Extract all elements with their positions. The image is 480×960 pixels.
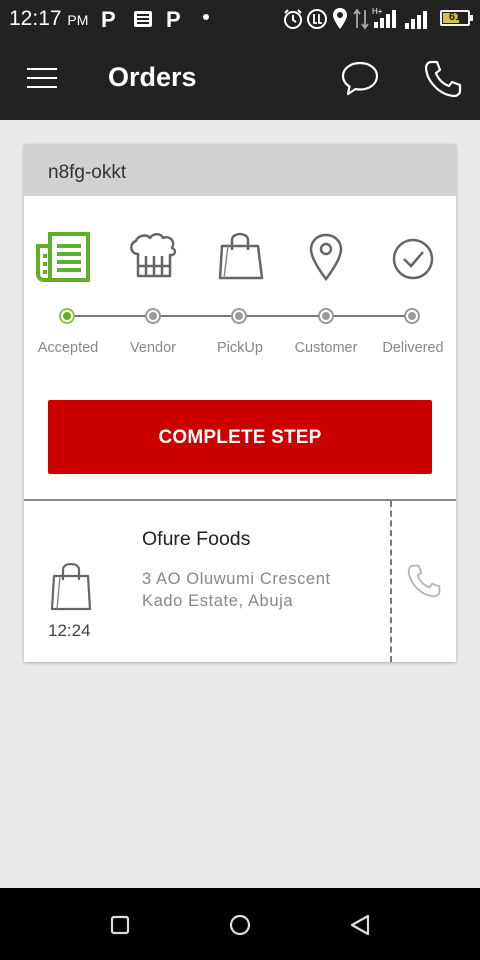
step-label-delivered: Delivered [382, 340, 444, 356]
signal-icon [405, 11, 427, 29]
address-line-2: Kado Estate, Abuja [142, 592, 294, 610]
status-ampm: PM [67, 12, 89, 28]
volte-icon [307, 9, 327, 29]
step-label-accepted: Accepted [37, 340, 99, 356]
step-dot-customer [318, 308, 334, 324]
step-dot-accepted [59, 308, 75, 324]
order-card-header: n8fg-okkt [24, 144, 456, 196]
order-code: n8fg-okkt [48, 162, 127, 183]
shopping-bag-icon [218, 232, 264, 280]
pickup-time: 12:24 [48, 621, 91, 640]
news-icon [134, 11, 152, 27]
home-circle-icon[interactable] [227, 912, 253, 938]
call-vendor-icon[interactable] [405, 562, 443, 600]
svg-text:H+: H+ [372, 7, 383, 16]
step-label-pickup: PickUp [217, 340, 263, 356]
signal-icon: H+ [372, 7, 396, 28]
status-bar: 12:17 PM P P H+ 61 [0, 0, 480, 38]
dot-icon [203, 14, 209, 20]
complete-step-button[interactable]: COMPLETE STEP [48, 400, 432, 474]
menu-icon-line [27, 77, 57, 79]
step-label-vendor: Vendor [130, 340, 176, 356]
chat-icon[interactable] [340, 60, 380, 98]
menu-button[interactable] [27, 68, 57, 90]
phone-icon[interactable] [422, 58, 464, 100]
receipt-icon [36, 232, 90, 282]
vendor-address: 3 AO Oluwumi Crescent Kado Estate, Abuja [142, 568, 382, 612]
chef-hat-icon [130, 233, 177, 278]
vendor-name: Ofure Foods [142, 528, 251, 550]
app-bar: Orders [0, 38, 480, 120]
step-label-customer: Customer [294, 340, 358, 356]
menu-icon-line [27, 86, 57, 88]
menu-icon-line [27, 68, 57, 70]
parking-icon: P [101, 7, 116, 32]
step-dot-delivered [404, 308, 420, 324]
parking-icon: P [166, 7, 181, 32]
step-dot-vendor [145, 308, 161, 324]
status-time: 12:17 PM [9, 7, 88, 31]
battery-level: 61 [448, 11, 462, 23]
order-card: n8fg-okkt Accepted Vendor PickUp Custome… [24, 144, 456, 662]
dashed-separator [390, 501, 392, 662]
system-nav-bar [0, 888, 480, 960]
page-title: Orders [108, 62, 197, 92]
alarm-icon [284, 9, 302, 29]
battery-icon: 61 [440, 10, 473, 26]
status-time-value: 12:17 [9, 7, 62, 30]
location-icon [333, 8, 347, 29]
shopping-bag-icon [50, 562, 92, 611]
recents-square-icon[interactable] [107, 912, 133, 938]
step-dot-pickup [231, 308, 247, 324]
back-triangle-icon[interactable] [347, 912, 373, 938]
check-circle-icon [392, 238, 434, 280]
data-arrows-icon [353, 8, 369, 30]
address-line-1: 3 AO Oluwumi Crescent [142, 570, 331, 588]
location-pin-icon [309, 233, 343, 282]
